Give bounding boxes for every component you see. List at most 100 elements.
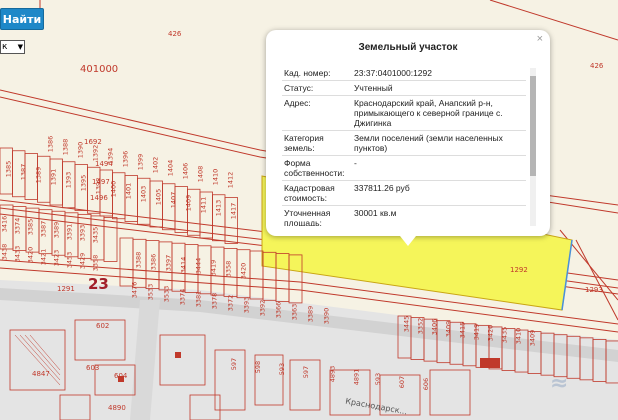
- parcel-number: 593: [374, 372, 383, 386]
- parcel-number: 4893: [328, 365, 337, 383]
- parcel-number: 3352: [416, 317, 425, 334]
- parcel-number: 1393: [64, 171, 73, 189]
- parcel-number: 3388: [134, 251, 143, 269]
- parcel-number: 1411: [199, 197, 208, 214]
- info-row: Статус: Учтенный: [282, 80, 526, 96]
- info-row: Форма собственности: -: [282, 155, 526, 181]
- parcel-number: 3358: [91, 254, 100, 271]
- parcel-number: 3385: [26, 218, 35, 236]
- parcel-number: 3533: [146, 283, 155, 301]
- parcel-number: 3421: [39, 248, 48, 265]
- parcel-number: 3378: [210, 292, 219, 310]
- info-row: Кадастровая стоимость: 337811.26 руб: [282, 180, 526, 206]
- parcel-number: 1388: [61, 138, 70, 156]
- parcel-number: 607: [398, 375, 407, 388]
- info-row: Категория земель: Земли поселений (земли …: [282, 130, 526, 156]
- parcel-label: 1292: [510, 266, 528, 274]
- parcel-number: 1402: [151, 156, 160, 174]
- parcel-label: 604: [114, 372, 128, 380]
- parcel-number: 3415: [458, 321, 467, 339]
- parcel-number: 1406: [181, 162, 190, 180]
- parcel-number: 3406: [430, 318, 439, 336]
- parcel-number: 3533: [162, 286, 171, 303]
- parcel-number: 3389: [306, 305, 315, 323]
- parcel-number: 3445: [402, 315, 411, 333]
- popup-pointer: [400, 236, 416, 246]
- parcel-number: 1400: [109, 180, 118, 197]
- parcel-number: 3416: [0, 215, 9, 233]
- parcel-number: 1389: [34, 166, 43, 183]
- parcel-number: 3374: [13, 217, 22, 234]
- info-key: Статус:: [282, 80, 352, 96]
- chevron-down-icon: ▼: [17, 43, 23, 51]
- parcel-label: 1293: [585, 286, 603, 294]
- parcel-number: 3423: [52, 249, 61, 267]
- parcel-number: 606: [422, 377, 431, 391]
- parcel-number: 3393: [78, 224, 87, 242]
- info-value: Краснодарский край, Анапский р-н, примык…: [352, 95, 526, 131]
- parcel-number: 1407: [169, 191, 178, 209]
- parcel-number: 3391: [65, 223, 74, 240]
- info-key: Адрес:: [282, 95, 352, 131]
- parcel-number: 3381: [194, 290, 203, 308]
- layer-select-value: к: [2, 42, 8, 52]
- info-key: Категория земель:: [282, 130, 352, 156]
- parcel-number: 3392: [258, 299, 267, 316]
- parcel-number: 3389: [52, 221, 61, 239]
- info-row: Уточненная площадь: 30001 кв.м: [282, 205, 526, 226]
- parcel-number: 1410: [211, 168, 220, 186]
- parcel-number: 1417: [229, 202, 238, 220]
- parcel-number: 3419: [209, 259, 218, 276]
- parcel-number: 3409: [528, 329, 537, 346]
- popup-scrollbar[interactable]: [530, 68, 536, 226]
- parcel-label: 1496: [90, 194, 108, 202]
- parcel-number: 3419: [472, 323, 481, 340]
- parcel-number: 1396: [121, 150, 130, 168]
- layer-select[interactable]: к ▼: [0, 40, 25, 54]
- parcel-number: 3435: [91, 226, 100, 243]
- parcel-number: 3410: [514, 327, 523, 345]
- watermark-logo: ≈: [550, 371, 568, 396]
- parcel-number: 3433: [13, 245, 22, 262]
- parcel-number: 3397: [164, 254, 173, 272]
- parcel-number: 3358: [224, 260, 233, 278]
- parcel-label: 4847: [32, 370, 50, 378]
- search-button[interactable]: Найти: [0, 8, 44, 30]
- parcel-number: 1392: [91, 144, 100, 162]
- parcel-number: 1399: [136, 153, 145, 171]
- info-key: Форма собственности:: [282, 155, 352, 181]
- parcel-number: 1391: [49, 169, 58, 186]
- parcel-number: 593: [278, 362, 287, 376]
- parcel-number: 3363: [290, 303, 299, 321]
- parcel-number: 1404: [166, 159, 175, 177]
- info-value: Учтенный: [352, 80, 526, 96]
- parcel-number: 3420: [26, 246, 35, 264]
- info-row: Адрес: Краснодарский край, Анапский р-н, …: [282, 95, 526, 131]
- parcel-label: 4890: [108, 404, 126, 412]
- parcel-number: 3420: [486, 324, 495, 342]
- parcel-number: 3453: [65, 251, 74, 268]
- parcel-number: 598: [254, 360, 263, 373]
- parcel-number: 597: [302, 365, 311, 378]
- parcel-label: 426: [168, 30, 182, 38]
- scrollbar-thumb[interactable]: [530, 76, 536, 176]
- info-value: 30001 кв.м: [352, 205, 526, 226]
- parcel-number: 1398: [94, 177, 103, 195]
- parcel-info-popup: Земельный участок × Кад. номер: 23:37:040…: [266, 30, 550, 246]
- parcel-number: 3438: [0, 243, 9, 261]
- parcel-number: 3387: [39, 220, 48, 237]
- district-number-label: 23: [88, 275, 109, 293]
- info-value: 23:37:0401000:1292: [352, 66, 526, 81]
- parcel-number: 3372: [226, 294, 235, 312]
- parcel-number: 4891: [352, 368, 361, 385]
- parcel-number: 3393: [242, 297, 251, 314]
- parcel-number: 1408: [196, 165, 205, 183]
- parcel-number: 3386: [149, 253, 158, 270]
- info-value: -: [352, 155, 526, 181]
- parcel-number: 3374: [178, 288, 187, 305]
- close-icon[interactable]: ×: [537, 33, 543, 45]
- info-key: Кадастровая стоимость:: [282, 180, 352, 206]
- info-row: Кад. номер: 23:37:0401000:1292: [282, 66, 526, 81]
- popup-body[interactable]: Кад. номер: 23:37:0401000:1292 Статус: Учте…: [282, 66, 526, 226]
- parcel-number: 3444: [194, 257, 203, 275]
